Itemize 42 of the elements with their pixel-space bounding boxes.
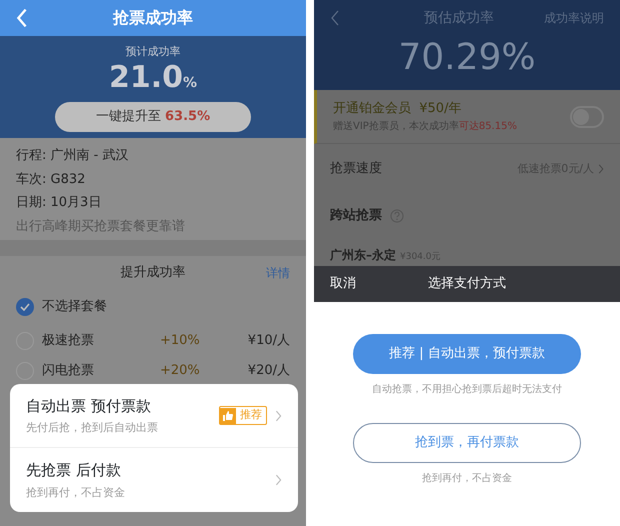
checkbox[interactable]	[16, 298, 34, 316]
trip-info-text: 行程: 广州南 - 武汉	[16, 147, 130, 165]
payment-option-note: 自动抢票，不用担心抢到票后超时无法支付	[372, 382, 562, 397]
chevron-right-icon[interactable]	[275, 410, 282, 422]
option-subtitle: 抢到再付，不占资金	[26, 484, 125, 500]
tip-text: 出行高峰期买抢票套餐更靠谱	[16, 218, 186, 236]
sheet-title: 选择支付方式	[428, 275, 506, 294]
rate-info-link[interactable]: 成功率说明	[544, 9, 604, 27]
package-name: 不选择套餐	[42, 298, 107, 316]
package-price: ¥10/人	[248, 332, 290, 350]
option-title: 先抢票 后付款	[26, 460, 122, 481]
package-name: 极速抢票	[42, 332, 94, 350]
payment-option-button[interactable]: 推荐 | 自动出票，预付票款	[353, 334, 581, 374]
details-link[interactable]: 详情	[266, 264, 290, 282]
rate-label: 预计成功率	[126, 44, 180, 60]
chevron-right-icon[interactable]	[275, 474, 282, 486]
rate-bonus: +20%	[160, 362, 200, 380]
boost-button[interactable]: 一键提升至 63.5%	[55, 102, 251, 132]
rate-bonus: +10%	[160, 332, 200, 350]
payment-option-note: 抢到再付，不占资金	[422, 472, 512, 486]
success-rate: 70.29%	[398, 36, 536, 80]
section-title: 提升成功率	[120, 264, 186, 282]
option-subtitle: 先付后抢，抢到后自动出票	[26, 420, 158, 436]
cancel-button[interactable]: 取消	[330, 274, 356, 294]
package-name: 闪电抢票	[42, 362, 94, 380]
option-title: 自动出票 预付票款	[26, 396, 152, 416]
success-rate: 21.0%	[108, 60, 198, 94]
trip-info-text: 日期: 10月3日	[16, 194, 102, 212]
back-icon[interactable]	[330, 9, 340, 27]
membership-title: 开通铂金会员 ¥50/年	[333, 100, 462, 118]
check-icon	[20, 303, 30, 311]
screen-title: 抢票成功率	[113, 7, 193, 29]
package-price: ¥20/人	[248, 362, 290, 380]
trip-info-text: 车次: G832	[16, 170, 86, 188]
route-name: 广州东–永定	[330, 247, 396, 264]
recommend-tag: 推荐	[219, 406, 267, 425]
cross-station-label: 跨站抢票	[330, 207, 382, 226]
chevron-right-icon[interactable]	[598, 164, 604, 174]
payment-option-button[interactable]: 抢到票，再付票款	[353, 423, 581, 463]
screen-title: 预估成功率	[424, 8, 494, 28]
thumbs-up-icon	[220, 408, 236, 424]
speed-label: 抢票速度	[330, 160, 382, 178]
